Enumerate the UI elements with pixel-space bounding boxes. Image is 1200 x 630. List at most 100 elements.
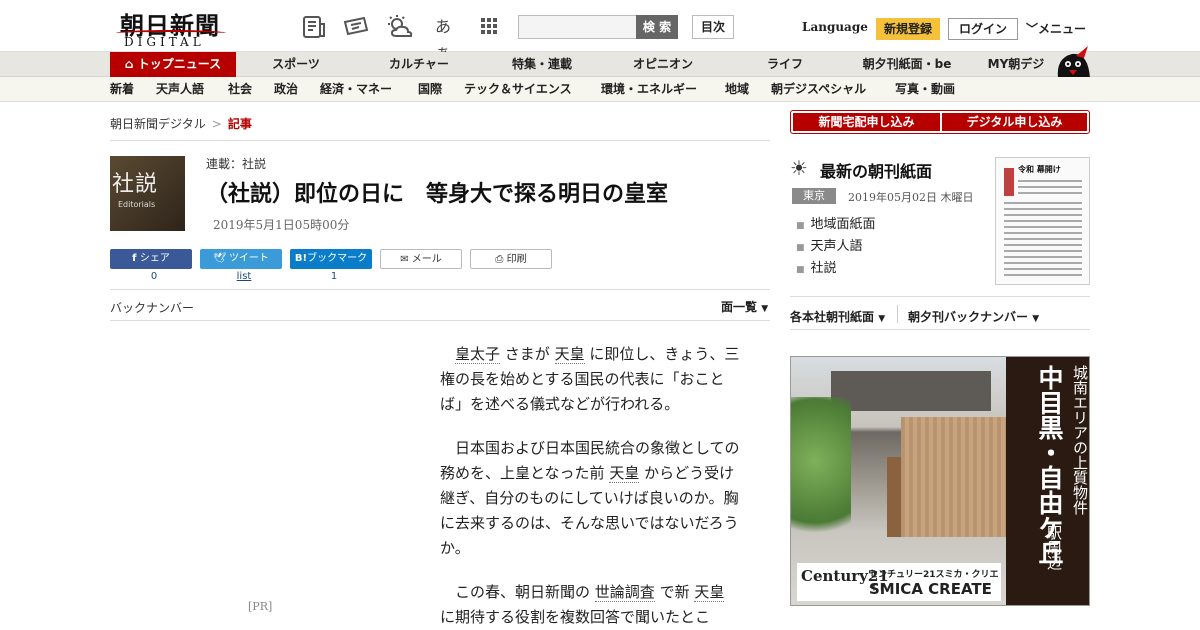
nav-photo-video[interactable]: 写真・動画 [895, 77, 955, 102]
divider [790, 296, 1090, 297]
nav-tenseijingo[interactable]: 天声人語 [156, 77, 204, 102]
grid-menu-icon[interactable] [476, 14, 502, 40]
keyword-link[interactable]: 天皇 [694, 583, 725, 602]
weather-icon[interactable] [386, 14, 413, 40]
text-line [1004, 226, 1082, 228]
keyword-link[interactable]: 皇太子 [455, 345, 501, 364]
keyword-link[interactable]: 天皇 [554, 345, 585, 364]
backnumber-link[interactable]: バックナンバー [110, 299, 194, 316]
paper-link-label: 天声人語 [810, 239, 863, 254]
text-line [1004, 214, 1082, 216]
nav-top-news[interactable]: ⌂ トップニュース [110, 52, 236, 77]
login-button[interactable]: ログイン [948, 18, 1018, 40]
nav-politics[interactable]: 政治 [274, 77, 298, 102]
primary-nav: ⌂ トップニュース スポーツ カルチャー 特集・連載 オピニオン ライフ 朝夕刊… [0, 52, 1200, 77]
ticket-icon[interactable] [342, 14, 369, 40]
text: この春、朝日新聞の [455, 583, 591, 601]
nav-papers-be[interactable]: 朝夕刊紙面・be [852, 52, 962, 77]
home-delivery-button[interactable]: 新聞宅配申し込み [793, 113, 940, 131]
nav-opinion[interactable]: オピニオン [618, 52, 708, 77]
breadcrumb-home[interactable]: 朝日新聞デジタル [110, 117, 206, 131]
text-line [1004, 262, 1082, 264]
search-button[interactable]: 検 索 [636, 15, 678, 39]
nav-latest[interactable]: 新着 [110, 77, 134, 102]
keyword-link[interactable]: 天皇 [609, 464, 640, 483]
paper-link-regional[interactable]: ■ 地域面紙面 [796, 213, 876, 232]
printer-icon: ⎙ [495, 254, 507, 265]
text: に期待する役割を複数回答で聞いたとこ [440, 608, 711, 626]
paragraph: この春、朝日新聞の 世論調査 で新 天皇 に期待する役割を複数回答で聞いたとこ [440, 580, 745, 630]
mascot-icon[interactable] [1054, 44, 1092, 78]
ad-copy-tail: 駅周辺 [1045, 525, 1063, 570]
newspaper-icon[interactable] [301, 14, 327, 40]
advertisement-banner[interactable]: Century21 センチュリー21スミカ・クリエイト SMICA CREATE… [790, 356, 1090, 606]
nav-environment[interactable]: 環境・エネルギー [601, 77, 697, 102]
nav-my-asahi[interactable]: MY朝デジ [980, 52, 1052, 77]
text-line [1018, 186, 1082, 188]
nav-sports[interactable]: スポーツ [258, 52, 334, 77]
chevron-down-icon: ﹀ [1026, 22, 1039, 36]
nav-life[interactable]: ライフ [752, 52, 818, 77]
paper-link-tenseijingo[interactable]: ■ 天声人語 [796, 235, 863, 254]
nav-international[interactable]: 国際 [418, 77, 442, 102]
font-size-icon[interactable]: あぁ [430, 14, 456, 62]
mail-icon: ✉ [400, 254, 412, 265]
page-list-label: 面一覧 [721, 300, 758, 314]
facebook-share-button[interactable]: f シェア [110, 249, 192, 269]
nav-economy[interactable]: 経済・マネー [320, 77, 392, 102]
site-logo[interactable]: 朝日新聞 DIGITAL [112, 6, 230, 49]
mail-button[interactable]: ✉ メール [380, 249, 462, 269]
digital-subscription-button[interactable]: デジタル申し込み [942, 113, 1087, 131]
regional-papers-dropdown[interactable]: 各本社朝刊紙面 ▼ [790, 308, 885, 325]
nav-society[interactable]: 社会 [228, 77, 252, 102]
ad-house-photo: Century21 センチュリー21スミカ・クリエイト SMICA CREATE [791, 357, 1006, 605]
paper-backnumber-label: 朝夕刊バックナンバー [908, 310, 1029, 324]
breadcrumb-separator: > [211, 117, 222, 131]
nav-regional[interactable]: 地域 [725, 77, 749, 102]
search-input[interactable] [518, 15, 638, 39]
language-link[interactable]: Language [802, 20, 868, 34]
text-line [1004, 274, 1082, 276]
nav-special[interactable]: 朝デジスペシャル [771, 77, 866, 102]
divider [790, 329, 1090, 330]
triangle-down-icon: ▼ [878, 314, 886, 324]
keyword-link[interactable]: 世論調査 [594, 583, 655, 602]
front-page-thumbnail[interactable]: 令和 幕開け [995, 157, 1090, 285]
text-line [1004, 208, 1082, 210]
ad-company-large: SMICA CREATE [869, 580, 992, 598]
region-badge: 東京 [792, 188, 836, 204]
breadcrumb-current: 記事 [227, 117, 252, 131]
menu-button[interactable]: ﹀メニュー [1026, 20, 1086, 37]
ad-logo: Century21 センチュリー21スミカ・クリエイト SMICA CREATE [797, 563, 1001, 601]
paper-backnumber-dropdown[interactable]: 朝夕刊バックナンバー ▼ [908, 308, 1039, 325]
header: 朝日新聞 DIGITAL あぁ 検 索 目次 Language 新規登録 ログイ… [0, 0, 1200, 62]
twitter-share-count[interactable]: list [203, 271, 285, 282]
facebook-share-label: シェア [139, 253, 170, 264]
menu-label: メニュー [1038, 22, 1087, 36]
hatena-bookmark-button[interactable]: B!ブックマーク [290, 249, 372, 269]
article-date: 2019年5月1日05時00分 [213, 218, 350, 232]
text-line [1004, 256, 1082, 258]
text-line [1004, 244, 1082, 246]
page-list-dropdown[interactable]: 面一覧 ▼ [721, 298, 768, 315]
nav-culture[interactable]: カルチャー [370, 52, 468, 77]
text-line [1018, 180, 1082, 182]
register-button[interactable]: 新規登録 [876, 18, 940, 40]
divider [110, 320, 770, 321]
text-line [1004, 202, 1082, 204]
text-line [1004, 250, 1082, 252]
toc-button[interactable]: 目次 [692, 15, 734, 39]
series-thumbnail[interactable]: 社説 Editorials [110, 156, 185, 231]
nav-features[interactable]: 特集・連載 [496, 52, 588, 77]
bullet-icon: ■ [796, 265, 805, 275]
print-button[interactable]: ⎙ 印刷 [470, 249, 552, 269]
latest-paper-title[interactable]: 最新の朝刊紙面 [820, 158, 932, 182]
paper-link-editorial[interactable]: ■ 社説 [796, 257, 837, 276]
nav-tech-science[interactable]: テック＆サイエンス [464, 77, 572, 102]
home-icon: ⌂ [124, 57, 138, 71]
twitter-icon: 🕊 [213, 253, 229, 264]
series-label[interactable]: 連載：社説 [206, 155, 266, 172]
pr-label: [PR] [248, 600, 273, 613]
paragraph: 日本国および日本国民統合の象徴としての務めを、上皇となった前 天皇 からどう受け… [440, 436, 745, 561]
twitter-share-button[interactable]: 🕊 ツイート [200, 249, 282, 269]
